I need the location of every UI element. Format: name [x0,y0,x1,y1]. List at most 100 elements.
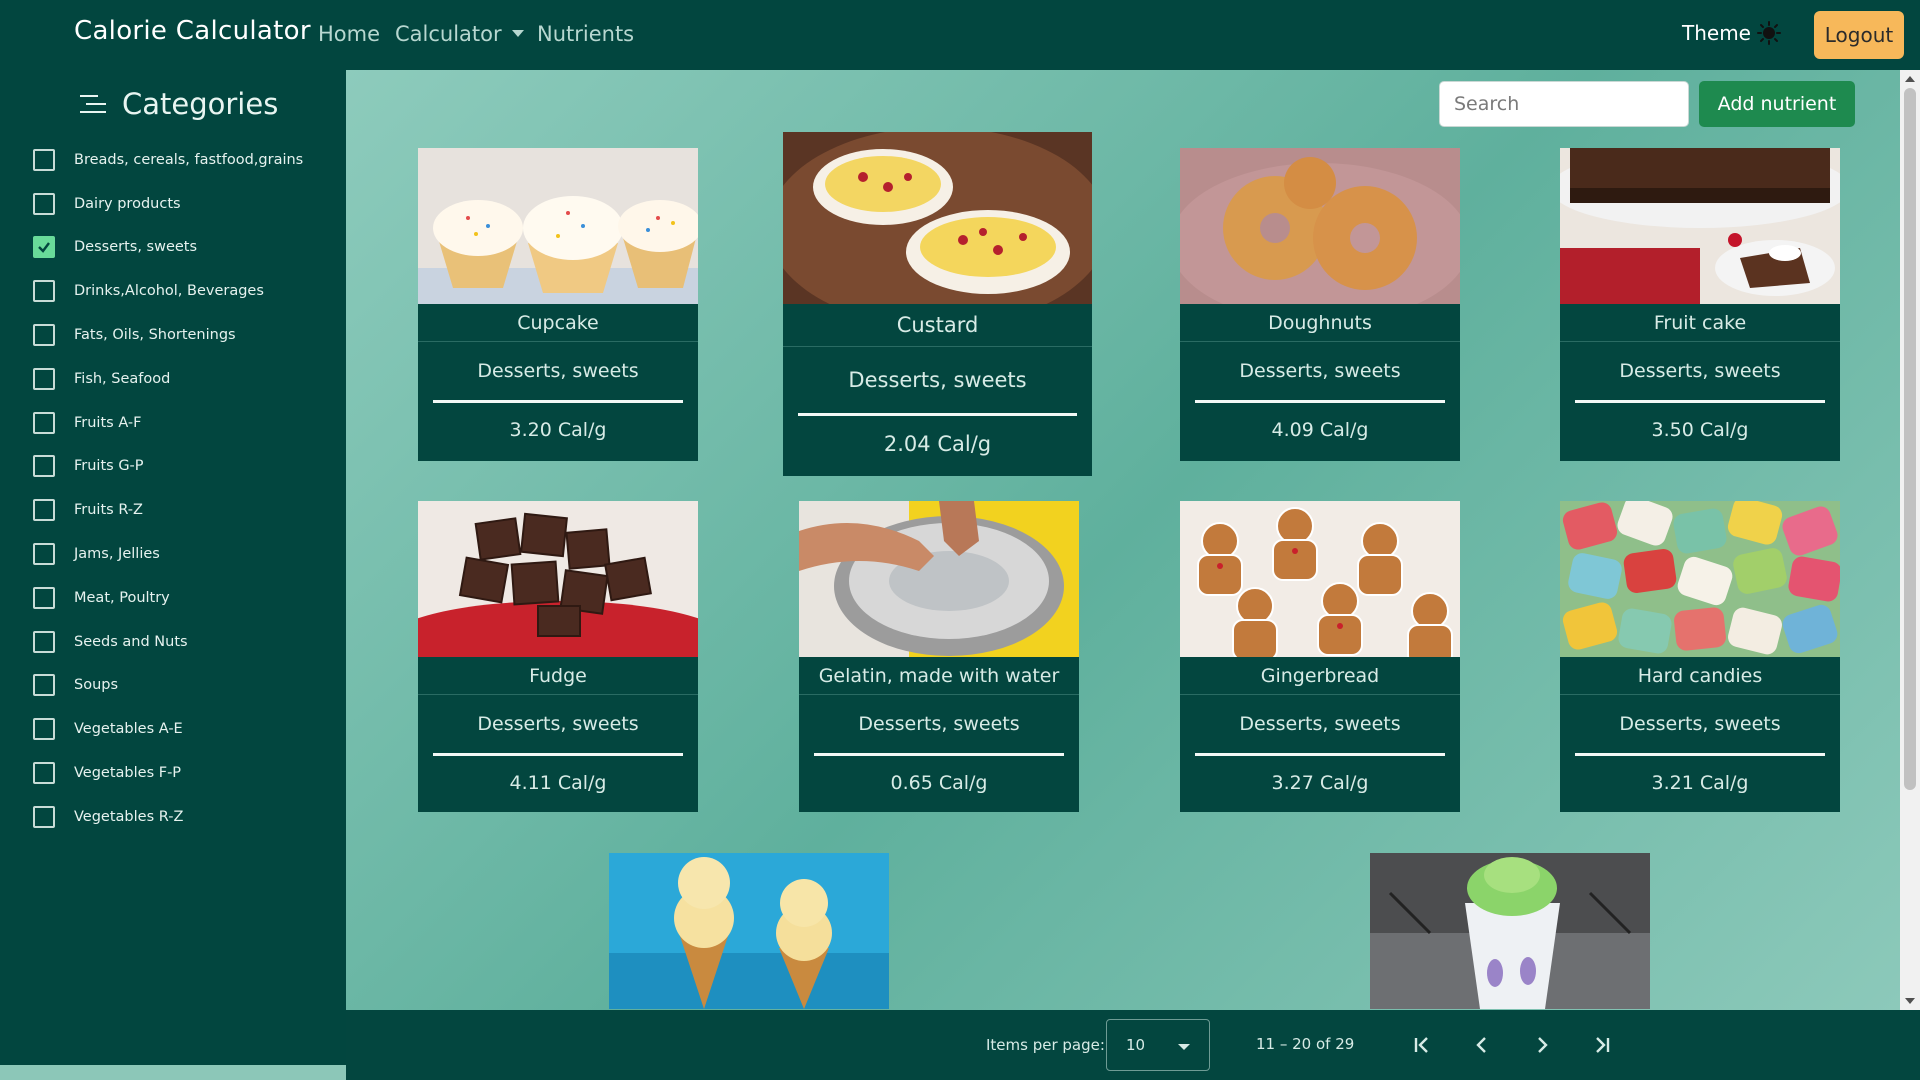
nutrient-card-hard-candies[interactable]: Hard candies Desserts, sweets 3.21 Cal/g [1560,501,1840,812]
category-checkbox[interactable] [33,367,55,390]
category-item[interactable]: Seeds and Nuts [33,620,303,664]
category-checkbox[interactable] [33,499,55,522]
category-label: Seeds and Nuts [74,633,188,650]
nutrient-card-ice-cream[interactable] [609,853,889,1010]
categories-header: Categories [80,87,278,121]
card-name: Gelatin, made with water [799,657,1079,695]
card-name: Hard candies [1560,657,1840,695]
first-page-button[interactable] [1407,1030,1437,1060]
categories-title: Categories [122,87,279,121]
category-item[interactable]: Vegetables R-Z [33,795,303,839]
add-nutrient-button[interactable]: Add nutrient [1699,81,1855,127]
scroll-up-arrow-icon[interactable] [1905,76,1915,82]
dropdown-arrow-icon [1178,1044,1190,1050]
card-category: Desserts, sweets [477,360,639,382]
nutrient-card-gingerbread[interactable]: Gingerbread Desserts, sweets 3.27 Cal/g [1180,501,1460,812]
category-item[interactable]: Fish, Seafood [33,357,303,401]
nutrient-card-doughnuts[interactable]: Doughnuts Desserts, sweets 4.09 Cal/g [1180,148,1460,461]
nutrient-card-cupcake[interactable]: Cupcake Desserts, sweets 3.20 Cal/g [418,148,698,461]
category-item[interactable]: Jams, Jellies [33,532,303,576]
logout-button[interactable]: Logout [1814,11,1904,59]
nav-calculator-label: Calculator [395,22,502,46]
nav-nutrients-link[interactable]: Nutrients [537,22,634,46]
items-per-page-label: Items per page: [986,1036,1105,1054]
fudge-image [418,501,698,657]
custard-image [783,132,1092,304]
category-checkbox[interactable] [33,148,55,171]
menu-icon[interactable] [80,94,106,114]
nav-home-link[interactable]: Home [318,22,380,46]
category-checkbox[interactable] [33,630,55,653]
category-label: Fruits G-P [74,458,144,475]
scroll-down-arrow-icon[interactable] [1905,998,1915,1004]
check-icon [38,242,50,254]
ice-cream-image [609,853,889,1009]
nutrient-card-italian-ice[interactable] [1370,853,1650,1010]
nav-calculator-dropdown[interactable]: Calculator [395,22,524,46]
category-item[interactable]: Desserts, sweets [33,226,303,270]
category-checkbox[interactable] [33,455,55,478]
category-checkbox[interactable] [33,192,55,215]
previous-page-button[interactable] [1467,1030,1497,1060]
category-checkbox[interactable] [33,543,55,566]
card-calories: 2.04 Cal/g [883,431,992,456]
category-label: Soups [74,677,119,694]
category-item[interactable]: Fruits R-Z [33,488,303,532]
category-item[interactable]: Fruits A-F [33,401,303,445]
card-category: Desserts, sweets [1619,713,1781,735]
sidebar-footer-strip [0,1065,346,1080]
card-category: Desserts, sweets [1239,360,1401,382]
search-input[interactable]: Search [1439,81,1689,127]
main-scrollbar[interactable] [1900,70,1920,1010]
category-label: Breads, cereals, fastfood,grains [74,151,304,168]
card-name: Custard [783,304,1092,347]
category-label: Desserts, sweets [74,239,198,256]
nutrient-card-gelatin[interactable]: Gelatin, made with water Desserts, sweet… [799,501,1079,812]
doughnuts-image [1180,148,1460,304]
category-checkbox[interactable] [33,762,55,785]
card-category: Desserts, sweets [1239,713,1401,735]
category-label: Fruits A-F [74,414,142,431]
category-item[interactable]: Meat, Poultry [33,576,303,620]
scroll-thumb[interactable] [1904,88,1916,790]
page-size-value: 10 [1126,1036,1146,1054]
chevron-right-icon [1538,1037,1548,1053]
category-item[interactable]: Drinks,Alcohol, Beverages [33,269,303,313]
last-page-button[interactable] [1587,1030,1617,1060]
next-page-button[interactable] [1527,1030,1557,1060]
theme-toggle[interactable]: Theme [1682,21,1781,45]
nutrient-card-fudge[interactable]: Fudge Desserts, sweets 4.11 Cal/g [418,501,698,812]
category-item[interactable]: Breads, cereals, fastfood,grains [33,138,303,182]
category-checkbox[interactable] [33,805,55,828]
card-calories: 3.27 Cal/g [1271,771,1369,794]
category-item[interactable]: Fats, Oils, Shortenings [33,313,303,357]
category-item[interactable]: Fruits G-P [33,445,303,489]
card-category: Desserts, sweets [1619,360,1781,382]
category-label: Meat, Poultry [74,589,170,606]
category-item[interactable]: Vegetables F-P [33,751,303,795]
category-checkbox[interactable] [33,280,55,303]
hard-candies-image [1560,501,1840,657]
category-checkbox[interactable] [33,586,55,609]
category-checkbox[interactable] [33,411,55,434]
category-item[interactable]: Dairy products [33,182,303,226]
nutrient-card-fruit-cake[interactable]: Fruit cake Desserts, sweets 3.50 Cal/g [1560,148,1840,461]
nutrient-card-custard[interactable]: Custard Desserts, sweets 2.04 Cal/g [783,132,1092,476]
page-size-select[interactable]: 10 [1106,1019,1210,1071]
card-calories: 3.21 Cal/g [1651,771,1749,794]
category-checkbox[interactable] [33,236,55,259]
category-item[interactable]: Vegetables A-E [33,707,303,751]
card-calories: 0.65 Cal/g [890,771,988,794]
card-calories: 4.09 Cal/g [1271,418,1369,441]
category-label: Vegetables R-Z [74,808,184,825]
fruit-cake-image [1560,148,1840,304]
category-checkbox[interactable] [33,718,55,741]
card-name: Doughnuts [1180,304,1460,342]
categories-sidebar: Categories Breads, cereals, fastfood,gra… [0,70,346,1065]
category-checkbox[interactable] [33,674,55,697]
category-label: Fish, Seafood [74,370,171,387]
card-calories: 4.11 Cal/g [509,771,607,794]
app-brand[interactable]: Calorie Calculator [74,16,311,46]
category-checkbox[interactable] [33,324,55,347]
category-item[interactable]: Soups [33,664,303,708]
